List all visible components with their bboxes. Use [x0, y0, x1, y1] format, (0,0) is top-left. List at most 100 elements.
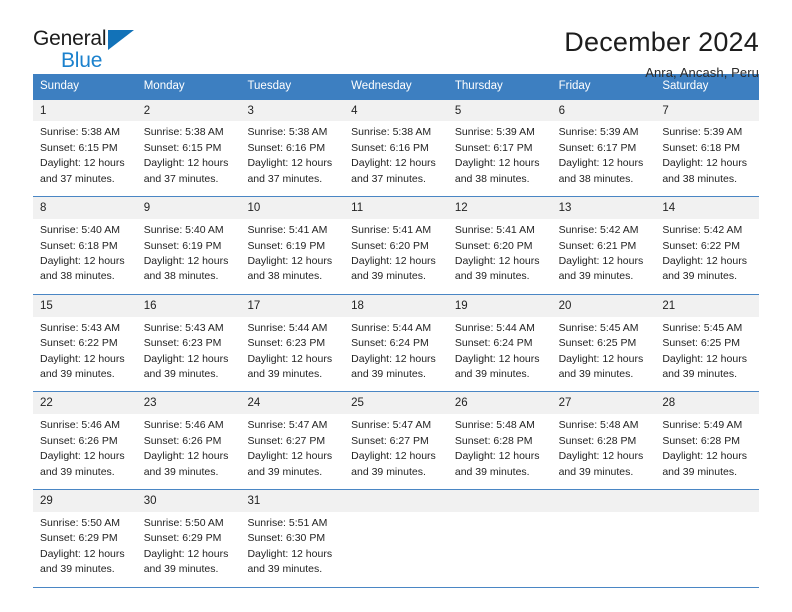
- daylight-text-line1: Daylight: 12 hours: [247, 254, 333, 267]
- daylight-text-line1: Daylight: 12 hours: [558, 352, 644, 365]
- sunrise-text: Sunrise: 5:46 AM: [40, 419, 120, 432]
- day-cell[interactable]: Sunrise: 5:38 AM Sunset: 6:16 PM Dayligh…: [344, 121, 448, 196]
- day-cell[interactable]: Sunrise: 5:39 AM Sunset: 6:17 PM Dayligh…: [552, 121, 656, 196]
- day-cell[interactable]: Sunrise: 5:43 AM Sunset: 6:22 PM Dayligh…: [33, 317, 137, 392]
- day-number[interactable]: 26: [448, 392, 552, 414]
- daylight-text-line2: and 37 minutes.: [40, 172, 115, 185]
- sunset-text: Sunset: 6:23 PM: [247, 337, 326, 350]
- day-number[interactable]: 18: [344, 295, 448, 317]
- day-cell[interactable]: Sunrise: 5:51 AM Sunset: 6:30 PM Dayligh…: [240, 512, 344, 587]
- day-number[interactable]: 8: [33, 197, 137, 219]
- day-number[interactable]: 21: [655, 295, 759, 317]
- general-blue-logo[interactable]: General Blue: [33, 28, 153, 74]
- day-cell[interactable]: Sunrise: 5:47 AM Sunset: 6:27 PM Dayligh…: [344, 414, 448, 489]
- day-number[interactable]: 11: [344, 197, 448, 219]
- day-cell[interactable]: Sunrise: 5:40 AM Sunset: 6:19 PM Dayligh…: [137, 219, 241, 294]
- day-cell[interactable]: Sunrise: 5:38 AM Sunset: 6:15 PM Dayligh…: [33, 121, 137, 196]
- daylight-text-line2: and 38 minutes.: [143, 270, 219, 283]
- day-cell[interactable]: Sunrise: 5:42 AM Sunset: 6:21 PM Dayligh…: [552, 219, 656, 294]
- day-number[interactable]: 29: [33, 490, 137, 512]
- day-number[interactable]: 31: [240, 490, 344, 512]
- daylight-text-line1: Daylight: 12 hours: [454, 157, 540, 170]
- day-number-row: 15 16 17 18 19 20 21: [33, 294, 759, 317]
- day-number[interactable]: 5: [448, 100, 552, 122]
- day-number[interactable]: 22: [33, 392, 137, 414]
- day-cell[interactable]: Sunrise: 5:46 AM Sunset: 6:26 PM Dayligh…: [33, 414, 137, 489]
- day-cell[interactable]: Sunrise: 5:48 AM Sunset: 6:28 PM Dayligh…: [448, 414, 552, 489]
- day-cell[interactable]: Sunrise: 5:45 AM Sunset: 6:25 PM Dayligh…: [552, 317, 656, 392]
- sunset-text: Sunset: 6:29 PM: [143, 532, 222, 545]
- day-number[interactable]: 25: [344, 392, 448, 414]
- daylight-text-line2: and 39 minutes.: [143, 465, 219, 478]
- day-detail-row: Sunrise: 5:38 AM Sunset: 6:15 PM Dayligh…: [33, 121, 759, 197]
- day-number[interactable]: 16: [137, 295, 241, 317]
- sunset-text: Sunset: 6:16 PM: [247, 141, 326, 154]
- day-cell[interactable]: Sunrise: 5:43 AM Sunset: 6:23 PM Dayligh…: [137, 317, 241, 392]
- sunrise-text: Sunrise: 5:38 AM: [40, 126, 120, 139]
- day-cell[interactable]: Sunrise: 5:41 AM Sunset: 6:20 PM Dayligh…: [448, 219, 552, 294]
- day-number[interactable]: 19: [448, 295, 552, 317]
- weekday-header-friday: Friday: [558, 80, 591, 92]
- sunset-text: Sunset: 6:27 PM: [247, 434, 326, 447]
- day-number[interactable]: 28: [655, 392, 759, 414]
- day-number[interactable]: 9: [137, 197, 241, 219]
- day-cell[interactable]: Sunrise: 5:41 AM Sunset: 6:19 PM Dayligh…: [240, 219, 344, 294]
- day-cell[interactable]: Sunrise: 5:41 AM Sunset: 6:20 PM Dayligh…: [344, 219, 448, 294]
- daylight-text-line2: and 39 minutes.: [40, 563, 115, 576]
- sunrise-text: Sunrise: 5:39 AM: [454, 126, 535, 139]
- day-cell[interactable]: Sunrise: 5:38 AM Sunset: 6:16 PM Dayligh…: [240, 121, 344, 196]
- day-number[interactable]: 6: [552, 100, 656, 122]
- day-cell[interactable]: Sunrise: 5:50 AM Sunset: 6:29 PM Dayligh…: [33, 512, 137, 587]
- daylight-text-line1: Daylight: 12 hours: [143, 547, 229, 560]
- day-cell[interactable]: Sunrise: 5:39 AM Sunset: 6:18 PM Dayligh…: [655, 121, 759, 196]
- daylight-text-line1: Daylight: 12 hours: [40, 352, 125, 365]
- day-number[interactable]: 15: [33, 295, 137, 317]
- daylight-text-line1: Daylight: 12 hours: [662, 254, 747, 267]
- daylight-text-line2: and 39 minutes.: [662, 465, 738, 478]
- day-number[interactable]: 12: [448, 197, 552, 219]
- day-number[interactable]: 10: [240, 197, 344, 219]
- sunset-text: Sunset: 6:29 PM: [40, 532, 118, 545]
- calendar-week-row: 15 16 17 18 19 20 21 Sunrise: 5:43 AM Su…: [33, 294, 759, 393]
- weekday-header-sunday: Sunday: [40, 80, 80, 92]
- day-number[interactable]: 14: [655, 197, 759, 219]
- day-number[interactable]: 3: [240, 100, 344, 122]
- sunset-text: Sunset: 6:28 PM: [662, 434, 740, 447]
- sunrise-text: Sunrise: 5:38 AM: [143, 126, 224, 139]
- day-number[interactable]: 4: [344, 100, 448, 122]
- day-cell[interactable]: Sunrise: 5:45 AM Sunset: 6:25 PM Dayligh…: [655, 317, 759, 392]
- sunset-text: Sunset: 6:22 PM: [40, 337, 118, 350]
- sunrise-text: Sunrise: 5:42 AM: [558, 224, 639, 237]
- day-number[interactable]: 17: [240, 295, 344, 317]
- day-number[interactable]: 20: [552, 295, 656, 317]
- day-cell[interactable]: Sunrise: 5:49 AM Sunset: 6:28 PM Dayligh…: [655, 414, 759, 489]
- day-cell[interactable]: Sunrise: 5:47 AM Sunset: 6:27 PM Dayligh…: [240, 414, 344, 489]
- day-number[interactable]: 27: [552, 392, 656, 414]
- day-number[interactable]: 24: [240, 392, 344, 414]
- day-number-empty: [552, 490, 656, 512]
- day-cell[interactable]: Sunrise: 5:46 AM Sunset: 6:26 PM Dayligh…: [137, 414, 241, 489]
- day-number[interactable]: 30: [137, 490, 241, 512]
- daylight-text-line2: and 39 minutes.: [40, 465, 115, 478]
- day-number[interactable]: 2: [137, 100, 241, 122]
- sunset-text: Sunset: 6:15 PM: [40, 141, 118, 154]
- day-number[interactable]: 23: [137, 392, 241, 414]
- day-number[interactable]: 7: [655, 100, 759, 122]
- day-cell[interactable]: Sunrise: 5:44 AM Sunset: 6:24 PM Dayligh…: [344, 317, 448, 392]
- sunrise-text: Sunrise: 5:44 AM: [454, 321, 535, 334]
- day-cell[interactable]: Sunrise: 5:48 AM Sunset: 6:28 PM Dayligh…: [552, 414, 656, 489]
- day-cell[interactable]: Sunrise: 5:44 AM Sunset: 6:23 PM Dayligh…: [240, 317, 344, 392]
- day-cell[interactable]: Sunrise: 5:44 AM Sunset: 6:24 PM Dayligh…: [448, 317, 552, 392]
- day-cell[interactable]: Sunrise: 5:40 AM Sunset: 6:18 PM Dayligh…: [33, 219, 137, 294]
- day-cell[interactable]: Sunrise: 5:50 AM Sunset: 6:29 PM Dayligh…: [137, 512, 241, 587]
- daylight-text-line1: Daylight: 12 hours: [247, 450, 333, 463]
- day-detail-row: Sunrise: 5:43 AM Sunset: 6:22 PM Dayligh…: [33, 316, 759, 392]
- sunset-text: Sunset: 6:24 PM: [454, 337, 533, 350]
- day-cell[interactable]: Sunrise: 5:42 AM Sunset: 6:22 PM Dayligh…: [655, 219, 759, 294]
- day-number[interactable]: 13: [552, 197, 656, 219]
- day-cell[interactable]: Sunrise: 5:39 AM Sunset: 6:17 PM Dayligh…: [448, 121, 552, 196]
- day-number[interactable]: 1: [33, 100, 137, 122]
- daylight-text-line1: Daylight: 12 hours: [143, 157, 229, 170]
- day-cell[interactable]: Sunrise: 5:38 AM Sunset: 6:15 PM Dayligh…: [137, 121, 241, 196]
- sunset-text: Sunset: 6:18 PM: [662, 141, 740, 154]
